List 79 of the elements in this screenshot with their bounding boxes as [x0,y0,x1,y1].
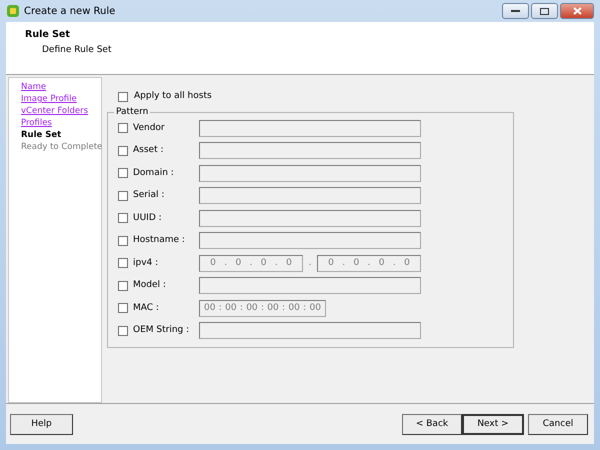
step-link[interactable]: Profiles [21,117,52,129]
separator: . [250,256,252,270]
separator: . [308,256,312,270]
input-field[interactable] [199,120,421,137]
octet-text: 00 [246,302,258,314]
checkbox[interactable] [118,326,128,336]
ip-field[interactable]: 0 . 0 . 0 . 0 [317,254,421,272]
field-label: MAC : [132,302,160,314]
window-title: Create a new Rule [24,4,116,18]
input-field[interactable] [199,232,421,250]
octet-text: 00 [204,302,216,314]
checkbox[interactable] [118,213,128,224]
step-link[interactable]: Name [21,81,46,93]
input-field[interactable] [199,164,421,182]
checkbox[interactable] [118,92,128,102]
separator: : [282,302,286,314]
checkbox[interactable] [118,236,128,246]
minimize-icon [511,9,520,13]
octet-text: 0 [286,256,292,270]
checkbox-label: Apply to all hosts [134,90,212,104]
octet-text: 0 [328,256,334,270]
close-icon [572,7,582,15]
separator: : [260,302,264,314]
field-label: Model : [132,279,167,292]
field-label: Serial : [132,189,166,202]
maximize-icon [540,8,549,14]
separator: : [303,302,306,314]
cancel-button[interactable]: Cancel [528,414,588,434]
checkbox[interactable] [118,303,128,314]
checkbox[interactable] [118,190,128,201]
field-label: UUID : [132,212,163,224]
input-field[interactable] [199,277,421,294]
mac-field[interactable]: 00 : 00 : 00 : 00 : 00 : 00 [199,300,326,317]
separator: . [392,256,396,270]
page-title: Rule Set [25,28,71,42]
separator: . [368,256,370,270]
page-subtitle: Define Rule Set [41,44,112,58]
octet-text: 00 [288,302,300,314]
field-label: Domain : [132,166,175,180]
step-label: Rule Set [21,129,62,141]
field-label: OEM String : [132,324,190,337]
back-button[interactable]: < Back [402,414,462,434]
field-label: ipv4 : [132,256,160,270]
field-label: Asset : [132,144,164,157]
input-field[interactable] [199,142,421,160]
step-link[interactable]: Image Profile [21,93,77,105]
field-label: Hostname : [132,234,186,247]
separator: . [342,256,346,270]
octet-text: 00 [267,302,279,314]
maximize-button[interactable] [531,3,558,19]
help-button[interactable]: Help [10,414,73,434]
octet-text: 0 [235,256,242,270]
octet-text: 00 [225,302,237,314]
octet-text: 0 [210,256,216,270]
octet-text: 0 [260,256,266,270]
input-field[interactable] [199,322,421,340]
app-icon [6,4,20,18]
step-label: Ready to Complete [21,141,102,153]
step-link[interactable]: vCenter Folders [21,105,88,117]
octet-text: 00 [309,302,321,314]
checkbox[interactable] [118,258,128,268]
checkbox[interactable] [118,280,128,291]
ip-field[interactable]: 0 . 0 . 0 . 0 [199,254,303,272]
checkbox[interactable] [118,168,128,178]
separator: : [240,302,243,314]
input-field[interactable] [199,187,421,204]
separator: : [218,302,222,314]
octet-text: 0 [353,256,360,270]
octet-text: 0 [404,256,410,270]
next-button[interactable]: Next > [462,414,524,434]
separator: . [224,256,228,270]
close-button[interactable] [560,3,594,19]
checkbox[interactable] [118,123,128,134]
octet-text: 0 [378,256,384,270]
checkbox[interactable] [118,146,128,156]
minimize-button[interactable] [502,3,529,19]
input-field[interactable] [199,210,421,227]
field-label: Vendor [132,122,166,134]
separator: . [274,256,278,270]
